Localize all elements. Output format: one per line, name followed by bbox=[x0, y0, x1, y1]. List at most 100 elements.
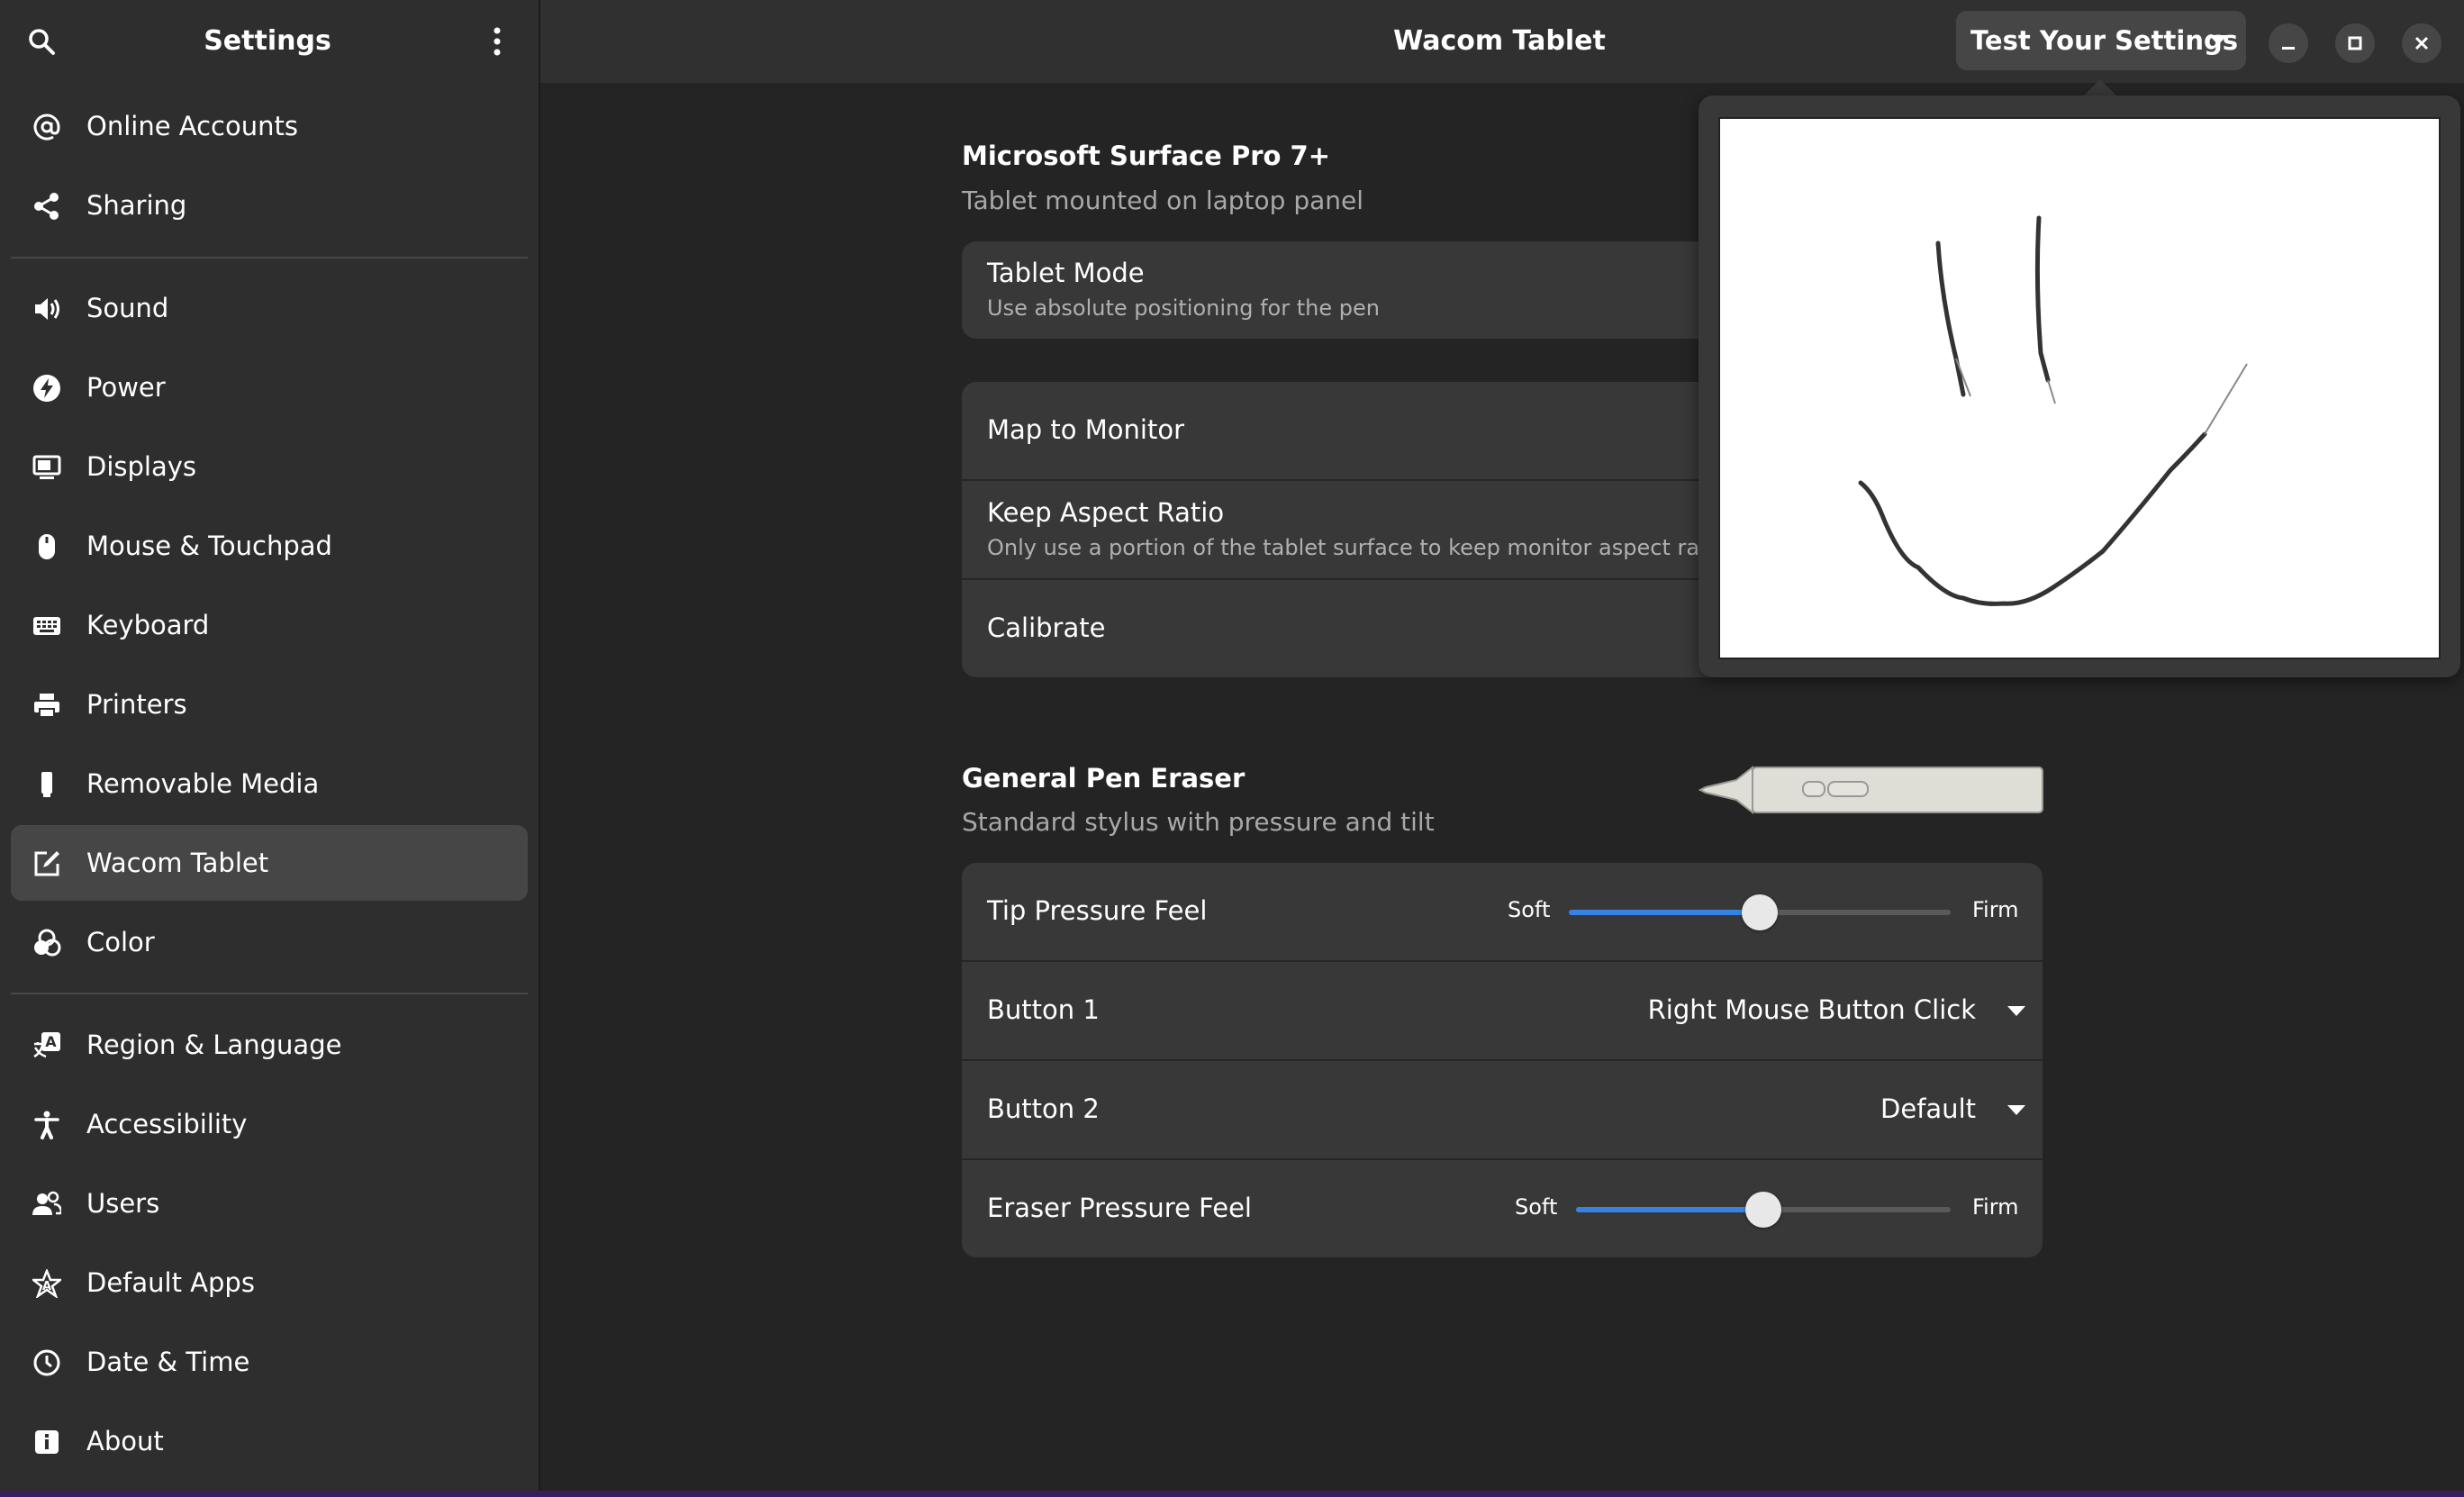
tip-firm-label: Firm bbox=[1972, 897, 2019, 922]
users-icon bbox=[32, 1191, 61, 1215]
sidebar-item-wacom-tablet[interactable]: Wacom Tablet bbox=[11, 825, 528, 901]
sidebar-separator bbox=[11, 257, 528, 259]
usb-drive-icon bbox=[41, 772, 52, 797]
map-to-monitor-label: Map to Monitor bbox=[987, 414, 1184, 445]
sidebar-item-label: Region & Language bbox=[86, 1030, 342, 1060]
calibrate-label: Calibrate bbox=[987, 612, 1106, 643]
sidebar-item-label: Sharing bbox=[86, 190, 187, 221]
close-icon bbox=[2414, 36, 2429, 50]
sidebar-divider bbox=[539, 0, 540, 1491]
sidebar-item-displays[interactable]: Displays bbox=[11, 429, 528, 504]
stylus-settings-card: Tip Pressure Feel Soft Firm Button 1 Rig… bbox=[962, 863, 2043, 1257]
sidebar-item-label: Accessibility bbox=[86, 1109, 248, 1139]
sidebar-item-about[interactable]: About bbox=[11, 1403, 528, 1479]
eraser-pressure-label: Eraser Pressure Feel bbox=[987, 1193, 1252, 1223]
search-icon[interactable] bbox=[27, 27, 56, 56]
eraser-firm-label: Firm bbox=[1972, 1194, 2019, 1220]
eraser-pressure-slider[interactable] bbox=[1576, 1192, 1951, 1228]
button1-row[interactable]: Button 1 Right Mouse Button Click bbox=[962, 962, 2043, 1061]
sidebar-item-power[interactable]: Power bbox=[11, 349, 528, 425]
accessibility-icon bbox=[34, 1111, 59, 1139]
tip-pressure-label: Tip Pressure Feel bbox=[987, 895, 1208, 926]
test-settings-button[interactable]: Test Your Settings bbox=[1956, 11, 2246, 70]
svg-text:A: A bbox=[45, 1033, 57, 1050]
sidebar-item-label: Users bbox=[86, 1188, 160, 1219]
sidebar-item-label: Wacom Tablet bbox=[86, 848, 269, 878]
info-icon bbox=[35, 1430, 59, 1454]
sidebar-item-label: Default Apps bbox=[86, 1267, 255, 1298]
sidebar-item-removable-media[interactable]: Removable Media bbox=[11, 746, 528, 821]
stylus-name: General Pen Eraser bbox=[962, 763, 1246, 794]
close-button[interactable] bbox=[2402, 23, 2441, 63]
button2-row[interactable]: Button 2 Default bbox=[962, 1061, 2043, 1160]
sidebar-item-label: Mouse & Touchpad bbox=[86, 531, 332, 561]
tip-pressure-slider[interactable] bbox=[1569, 894, 1951, 930]
sidebar-item-mouse-touchpad[interactable]: Mouse & Touchpad bbox=[11, 508, 528, 584]
slider-fill bbox=[1569, 910, 1760, 915]
tablet-mode-title: Tablet Mode bbox=[987, 258, 1145, 288]
sidebar-item-online-accounts[interactable]: Online Accounts bbox=[11, 88, 528, 164]
sidebar-item-date-time[interactable]: Date & Time bbox=[11, 1324, 528, 1400]
minimize-button[interactable] bbox=[2269, 23, 2308, 63]
maximize-button[interactable] bbox=[2335, 23, 2375, 63]
button2-label: Button 2 bbox=[987, 1093, 1100, 1124]
sidebar-item-sharing[interactable]: Sharing bbox=[11, 168, 528, 243]
pen-strokes bbox=[1858, 215, 2248, 606]
desktop-background-strip bbox=[0, 1491, 2464, 1497]
sidebar-item-label: Online Accounts bbox=[86, 111, 298, 141]
keep-aspect-ratio-subtitle: Only use a portion of the tablet surface… bbox=[987, 535, 1727, 560]
region-language-icon: A bbox=[33, 1032, 60, 1058]
tablet-mode-subtitle: Use absolute positioning for the pen bbox=[987, 295, 1380, 321]
button1-label: Button 1 bbox=[987, 994, 1100, 1025]
slider-handle[interactable] bbox=[1745, 1192, 1781, 1228]
keyboard-icon bbox=[33, 617, 60, 635]
sidebar-item-label: Power bbox=[86, 372, 166, 403]
color-circles-icon bbox=[34, 929, 61, 957]
share-icon bbox=[34, 193, 59, 220]
at-icon bbox=[33, 113, 60, 141]
sidebar-item-sound[interactable]: Sound bbox=[11, 270, 528, 346]
display-icon bbox=[32, 455, 61, 479]
tablet-name: Microsoft Surface Pro 7+ bbox=[962, 141, 1331, 171]
chevron-down-icon bbox=[2007, 1105, 2025, 1115]
stylus-image bbox=[1699, 765, 2043, 815]
speaker-icon bbox=[35, 298, 59, 320]
sidebar-item-accessibility[interactable]: Accessibility bbox=[11, 1086, 528, 1162]
test-settings-popover bbox=[1699, 95, 2460, 677]
main-menu-icon[interactable] bbox=[481, 25, 513, 58]
sidebar-item-label: Removable Media bbox=[86, 768, 320, 799]
sidebar-separator bbox=[11, 993, 528, 994]
sidebar-item-keyboard[interactable]: Keyboard bbox=[11, 587, 528, 663]
maximize-icon bbox=[2348, 36, 2362, 50]
sidebar-item-region-language[interactable]: A Region & Language bbox=[11, 1007, 528, 1083]
button1-value[interactable]: Right Mouse Button Click bbox=[1648, 994, 1976, 1025]
chevron-down-icon bbox=[2209, 35, 2227, 45]
sidebar-item-color[interactable]: Color bbox=[11, 904, 528, 980]
eraser-pressure-row: Eraser Pressure Feel Soft Firm bbox=[962, 1160, 2043, 1257]
minimize-icon bbox=[2282, 47, 2295, 50]
sidebar-item-label: Color bbox=[86, 927, 155, 957]
sidebar-item-label: Displays bbox=[86, 451, 197, 482]
sidebar-item-label: Sound bbox=[86, 293, 169, 323]
printer-icon bbox=[34, 694, 59, 718]
test-settings-label: Test Your Settings bbox=[1970, 25, 2239, 56]
slider-fill bbox=[1576, 1207, 1763, 1212]
sidebar-item-printers[interactable]: Printers bbox=[11, 667, 528, 742]
button2-value[interactable]: Default bbox=[1880, 1093, 1976, 1124]
drawing-test-area[interactable] bbox=[1718, 117, 2441, 659]
slider-handle[interactable] bbox=[1742, 894, 1778, 930]
tablet-description: Tablet mounted on laptop panel bbox=[962, 186, 1364, 215]
sidebar-item-label: About bbox=[86, 1426, 164, 1456]
page-title: Wacom Tablet bbox=[1393, 25, 1606, 57]
sidebar-item-default-apps[interactable]: A Default Apps bbox=[11, 1245, 528, 1320]
keep-aspect-ratio-title: Keep Aspect Ratio bbox=[987, 497, 1225, 528]
sidebar-item-users[interactable]: Users bbox=[11, 1166, 528, 1241]
chevron-down-icon bbox=[2007, 1006, 2025, 1016]
power-icon bbox=[33, 375, 60, 402]
sidebar: Settings Online Accounts Sharing Sound P… bbox=[0, 0, 539, 1491]
sidebar-item-label: Keyboard bbox=[86, 610, 210, 640]
clock-icon bbox=[33, 1349, 60, 1376]
sidebar-title: Settings bbox=[204, 25, 331, 57]
star-apps-icon: A bbox=[32, 1269, 61, 1298]
tablet-pen-icon bbox=[34, 851, 59, 876]
